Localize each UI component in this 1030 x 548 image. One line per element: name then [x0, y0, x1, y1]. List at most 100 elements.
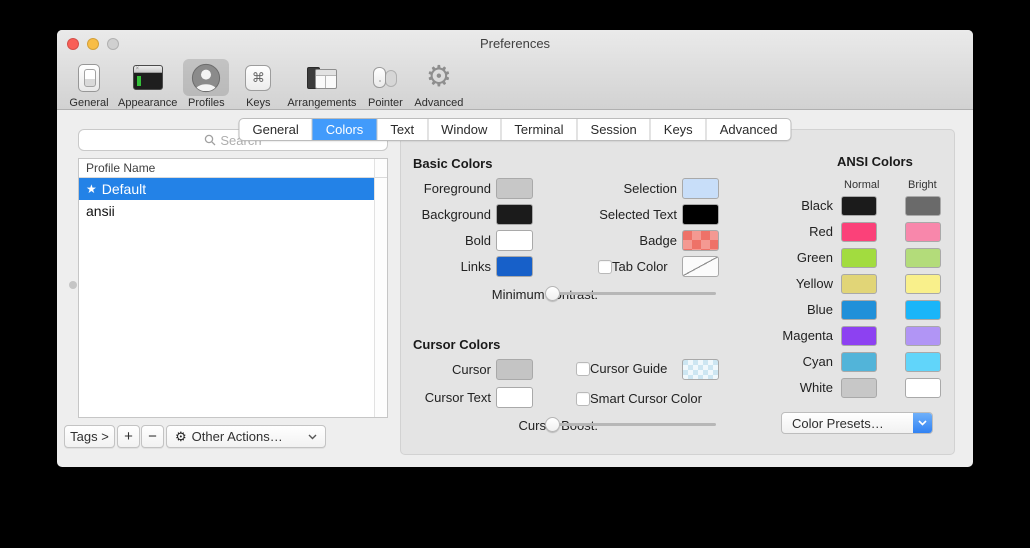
general-switch-icon: [78, 64, 100, 92]
ansi-green-bright-swatch[interactable]: [905, 248, 941, 268]
gear-icon: ⚙: [175, 429, 187, 445]
ansi-yellow-normal-swatch[interactable]: [841, 274, 877, 294]
background-swatch[interactable]: [496, 204, 533, 225]
badge-swatch[interactable]: [682, 230, 719, 251]
remove-profile-button[interactable]: −: [141, 425, 164, 448]
ansi-color-label: Yellow: [748, 276, 833, 291]
cursor-text-label: Cursor Text: [406, 390, 491, 405]
toolbar-item-advanced[interactable]: ⚙ Advanced: [411, 57, 466, 109]
keys-command-icon: ⌘: [245, 65, 271, 91]
toolbar-item-arrangements[interactable]: Arrangements: [284, 57, 359, 109]
color-presets-dropdown[interactable]: Color Presets…: [781, 412, 933, 434]
ansi-cyan-bright-swatch[interactable]: [905, 352, 941, 372]
ansi-green-normal-swatch[interactable]: [841, 248, 877, 268]
ansi-white-normal-swatch[interactable]: [841, 378, 877, 398]
slider-knob[interactable]: [545, 417, 560, 432]
toolbar-item-appearance[interactable]: × Appearance: [115, 57, 180, 109]
toolbar-item-pointer[interactable]: Pointer: [359, 57, 411, 109]
basic-colors-title: Basic Colors: [413, 156, 492, 171]
smart-cursor-label: Smart Cursor Color: [590, 391, 730, 406]
tab-advanced[interactable]: Advanced: [707, 119, 791, 140]
bold-swatch[interactable]: [496, 230, 533, 251]
splitter-handle[interactable]: [69, 281, 77, 289]
ansi-black-normal-swatch[interactable]: [841, 196, 877, 216]
tab-color-swatch[interactable]: [682, 256, 719, 277]
ansi-red-bright-swatch[interactable]: [905, 222, 941, 242]
tab-window[interactable]: Window: [428, 119, 501, 140]
ansi-color-label: White: [748, 380, 833, 395]
cursor-label: Cursor: [406, 362, 491, 377]
profile-list-rows: ★Defaultansii: [79, 178, 374, 417]
ansi-magenta-normal-swatch[interactable]: [841, 326, 877, 346]
ansi-color-label: Red: [748, 224, 833, 239]
window-header: Preferences General × Appearance: [57, 30, 973, 110]
tab-colors[interactable]: Colors: [313, 119, 378, 140]
links-swatch[interactable]: [496, 256, 533, 277]
screen: Preferences General × Appearance: [0, 0, 1030, 548]
ansi-red-normal-swatch[interactable]: [841, 222, 877, 242]
ansi-white-bright-swatch[interactable]: [905, 378, 941, 398]
toolbar: General × Appearance: [63, 57, 973, 109]
profile-name: Default: [102, 178, 146, 200]
toolbar-item-keys[interactable]: ⌘ Keys: [232, 57, 284, 109]
selection-label: Selection: [572, 181, 677, 196]
selected-text-swatch[interactable]: [682, 204, 719, 225]
badge-label: Badge: [572, 233, 677, 248]
arrangements-windows-icon: [306, 65, 338, 91]
ansi-color-label: Black: [748, 198, 833, 213]
bold-label: Bold: [406, 233, 491, 248]
cursor-guide-swatch[interactable]: [682, 359, 719, 380]
background-label: Background: [406, 207, 491, 222]
cursor-boost-slider[interactable]: [546, 417, 716, 432]
tags-button[interactable]: Tags >: [64, 425, 115, 448]
toolbar-item-general[interactable]: General: [63, 57, 115, 109]
profile-row[interactable]: ★Default: [79, 178, 374, 200]
min-contrast-slider[interactable]: [546, 286, 716, 301]
tab-terminal[interactable]: Terminal: [501, 119, 577, 140]
profile-row[interactable]: ansii: [79, 200, 374, 222]
links-label: Links: [406, 259, 491, 274]
profile-list: Profile Name ★Defaultansii: [78, 158, 388, 418]
profiles-person-icon: [191, 63, 221, 93]
ansi-color-label: Cyan: [748, 354, 833, 369]
tab-content-panel: Basic Colors Foreground Background Bold …: [400, 129, 955, 455]
ansi-cyan-normal-swatch[interactable]: [841, 352, 877, 372]
settings-tabbar: General Colors Text Window Terminal Sess…: [238, 118, 791, 141]
ansi-colors-title: ANSI Colors: [837, 154, 913, 169]
tab-text[interactable]: Text: [377, 119, 428, 140]
tab-color-checkbox[interactable]: [598, 260, 612, 274]
ansi-color-label: Blue: [748, 302, 833, 317]
appearance-window-icon: ×: [133, 65, 163, 90]
ansi-yellow-bright-swatch[interactable]: [905, 274, 941, 294]
ansi-color-label: Magenta: [748, 328, 833, 343]
ansi-blue-normal-swatch[interactable]: [841, 300, 877, 320]
advanced-gear-icon: ⚙: [426, 63, 452, 92]
cursor-swatch[interactable]: [496, 359, 533, 380]
smart-cursor-checkbox[interactable]: [576, 392, 590, 406]
pointer-mouse-icon: [370, 65, 400, 91]
window-title: Preferences: [57, 30, 973, 57]
tab-session[interactable]: Session: [578, 119, 651, 140]
profile-list-header: Profile Name: [79, 159, 387, 178]
profile-list-scrollbar[interactable]: [374, 159, 387, 417]
ansi-blue-bright-swatch[interactable]: [905, 300, 941, 320]
profile-name: ansii: [86, 200, 115, 222]
cursor-guide-checkbox[interactable]: [576, 362, 590, 376]
star-icon: ★: [86, 178, 97, 200]
search-icon: [204, 134, 216, 146]
ansi-black-bright-swatch[interactable]: [905, 196, 941, 216]
foreground-swatch[interactable]: [496, 178, 533, 199]
toolbar-item-profiles[interactable]: Profiles: [180, 57, 232, 109]
cursor-text-swatch[interactable]: [496, 387, 533, 408]
selection-swatch[interactable]: [682, 178, 719, 199]
ansi-bright-header: Bright: [908, 179, 937, 191]
selected-text-label: Selected Text: [572, 207, 677, 222]
other-actions-button[interactable]: ⚙ Other Actions…: [166, 425, 326, 448]
tab-general[interactable]: General: [239, 119, 312, 140]
dropdown-cap: [913, 413, 932, 433]
ansi-magenta-bright-swatch[interactable]: [905, 326, 941, 346]
tab-keys[interactable]: Keys: [651, 119, 707, 140]
ansi-color-label: Green: [748, 250, 833, 265]
add-profile-button[interactable]: +: [117, 425, 140, 448]
slider-knob[interactable]: [545, 286, 560, 301]
